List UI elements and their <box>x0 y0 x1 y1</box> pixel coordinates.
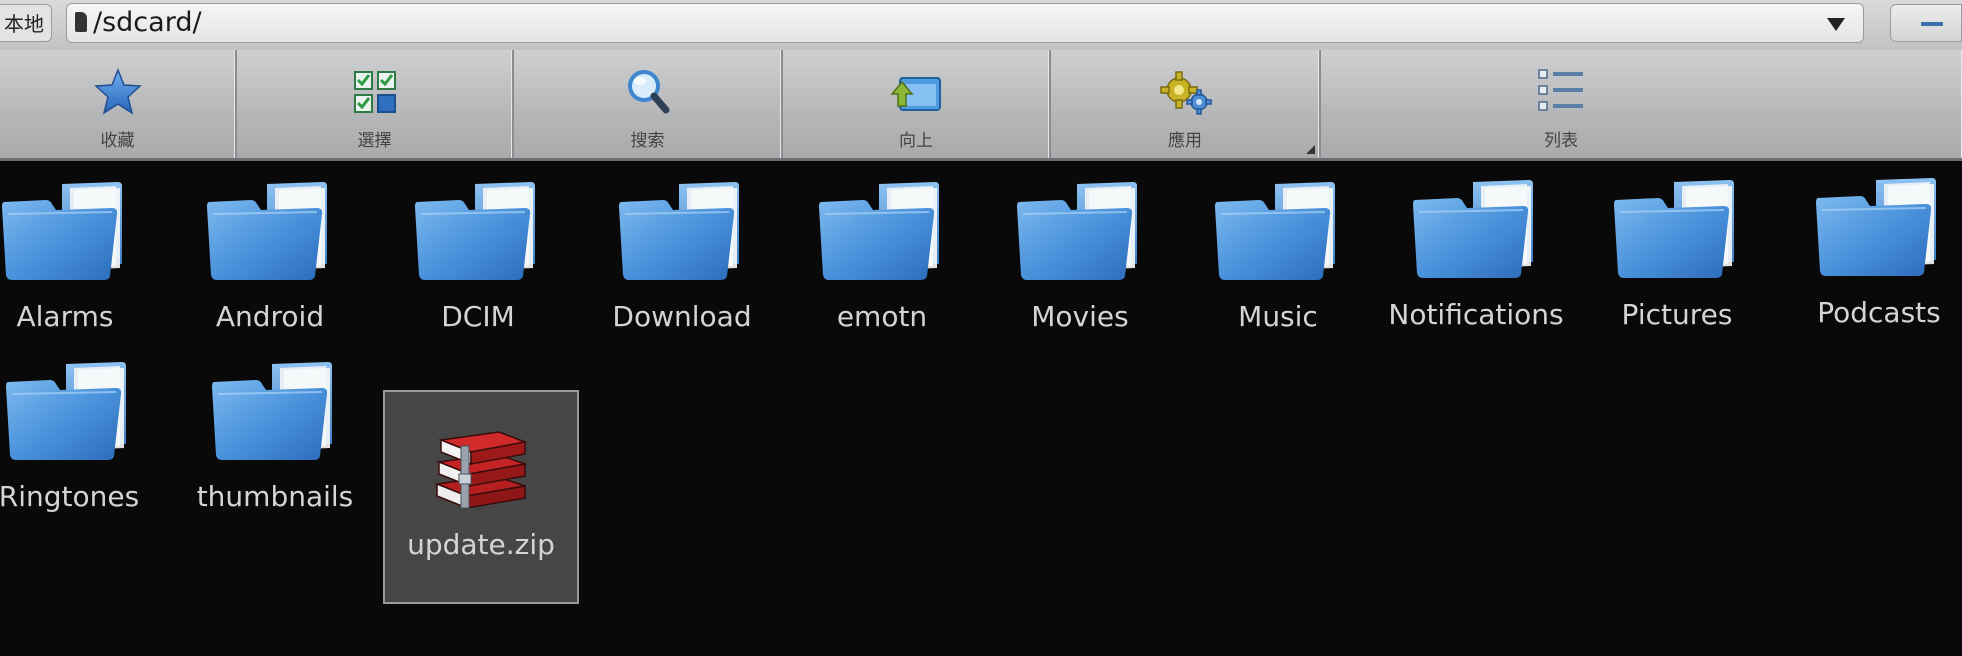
folder-item[interactable]: Android <box>175 160 365 360</box>
folder-name: Podcasts <box>1817 296 1941 329</box>
path-dropdown[interactable]: /sdcard/ <box>66 3 1864 43</box>
folder-item[interactable]: emotn <box>787 160 977 360</box>
folder-icon <box>617 180 741 284</box>
folder-item[interactable]: Download <box>587 160 777 360</box>
select-grid-icon <box>353 71 396 113</box>
current-path: /sdcard/ <box>93 7 202 38</box>
folder-item[interactable]: DCIM <box>383 160 573 360</box>
folder-icon <box>0 180 124 284</box>
apps-button[interactable]: 應用 <box>1051 50 1321 158</box>
folder-icon <box>4 360 128 464</box>
list-view-label: 列表 <box>1544 131 1578 151</box>
toolbar: 收藏 選擇 搜索 向上 應用 列表 <box>0 50 1962 161</box>
path-bar: 本地 /sdcard/ <box>0 0 1962 52</box>
minus-icon <box>1921 22 1943 26</box>
select-button[interactable]: 選擇 <box>237 50 514 158</box>
favorites-button[interactable]: 收藏 <box>0 50 237 158</box>
zip-file-item[interactable]: update.zip <box>383 390 579 604</box>
up-button[interactable]: 向上 <box>783 50 1051 158</box>
file-grid: Alarms Android DCIM Download emotn Movie… <box>0 160 1962 656</box>
folder-name: thumbnails <box>196 480 354 513</box>
minimize-button[interactable] <box>1890 4 1962 42</box>
folder-icon <box>1612 178 1736 282</box>
folder-item[interactable]: Music <box>1183 160 1373 360</box>
gears-icon <box>1160 71 1212 115</box>
folder-icon <box>1213 180 1337 284</box>
folder-icon <box>1814 176 1938 280</box>
folder-icon <box>210 360 334 464</box>
folder-item[interactable]: Alarms <box>0 160 160 360</box>
select-label: 選擇 <box>357 131 392 151</box>
folder-item[interactable]: Movies <box>985 160 1175 360</box>
list-view-button[interactable]: 列表 <box>1321 50 1962 158</box>
winrar-archive-icon <box>434 431 528 510</box>
folder-item[interactable]: Ringtones <box>0 340 164 540</box>
folder-item[interactable]: Podcasts <box>1784 156 1962 356</box>
magnifier-icon <box>627 70 669 114</box>
submenu-corner-icon <box>1306 145 1315 154</box>
favorites-label: 收藏 <box>100 131 135 151</box>
folder-icon <box>1015 180 1139 284</box>
search-button[interactable]: 搜索 <box>514 50 783 158</box>
list-view-icon <box>1538 69 1583 111</box>
dropdown-arrow-icon[interactable] <box>1827 18 1845 31</box>
folder-icon <box>1411 178 1535 282</box>
folder-icon <box>817 180 941 284</box>
folder-icon <box>205 180 329 284</box>
folder-item[interactable]: Pictures <box>1582 158 1772 358</box>
folder-icon <box>413 180 537 284</box>
star-icon <box>93 67 142 115</box>
up-label: 向上 <box>899 131 933 151</box>
apps-label: 應用 <box>1168 131 1202 151</box>
folder-item[interactable]: Notifications <box>1381 158 1571 358</box>
sdcard-icon <box>75 12 87 32</box>
search-label: 搜索 <box>630 131 665 151</box>
up-folder-icon <box>890 77 941 111</box>
zip-file-name: update.zip <box>407 528 555 561</box>
local-storage-tab[interactable]: 本地 <box>0 4 52 42</box>
folder-item[interactable]: thumbnails <box>180 340 370 540</box>
